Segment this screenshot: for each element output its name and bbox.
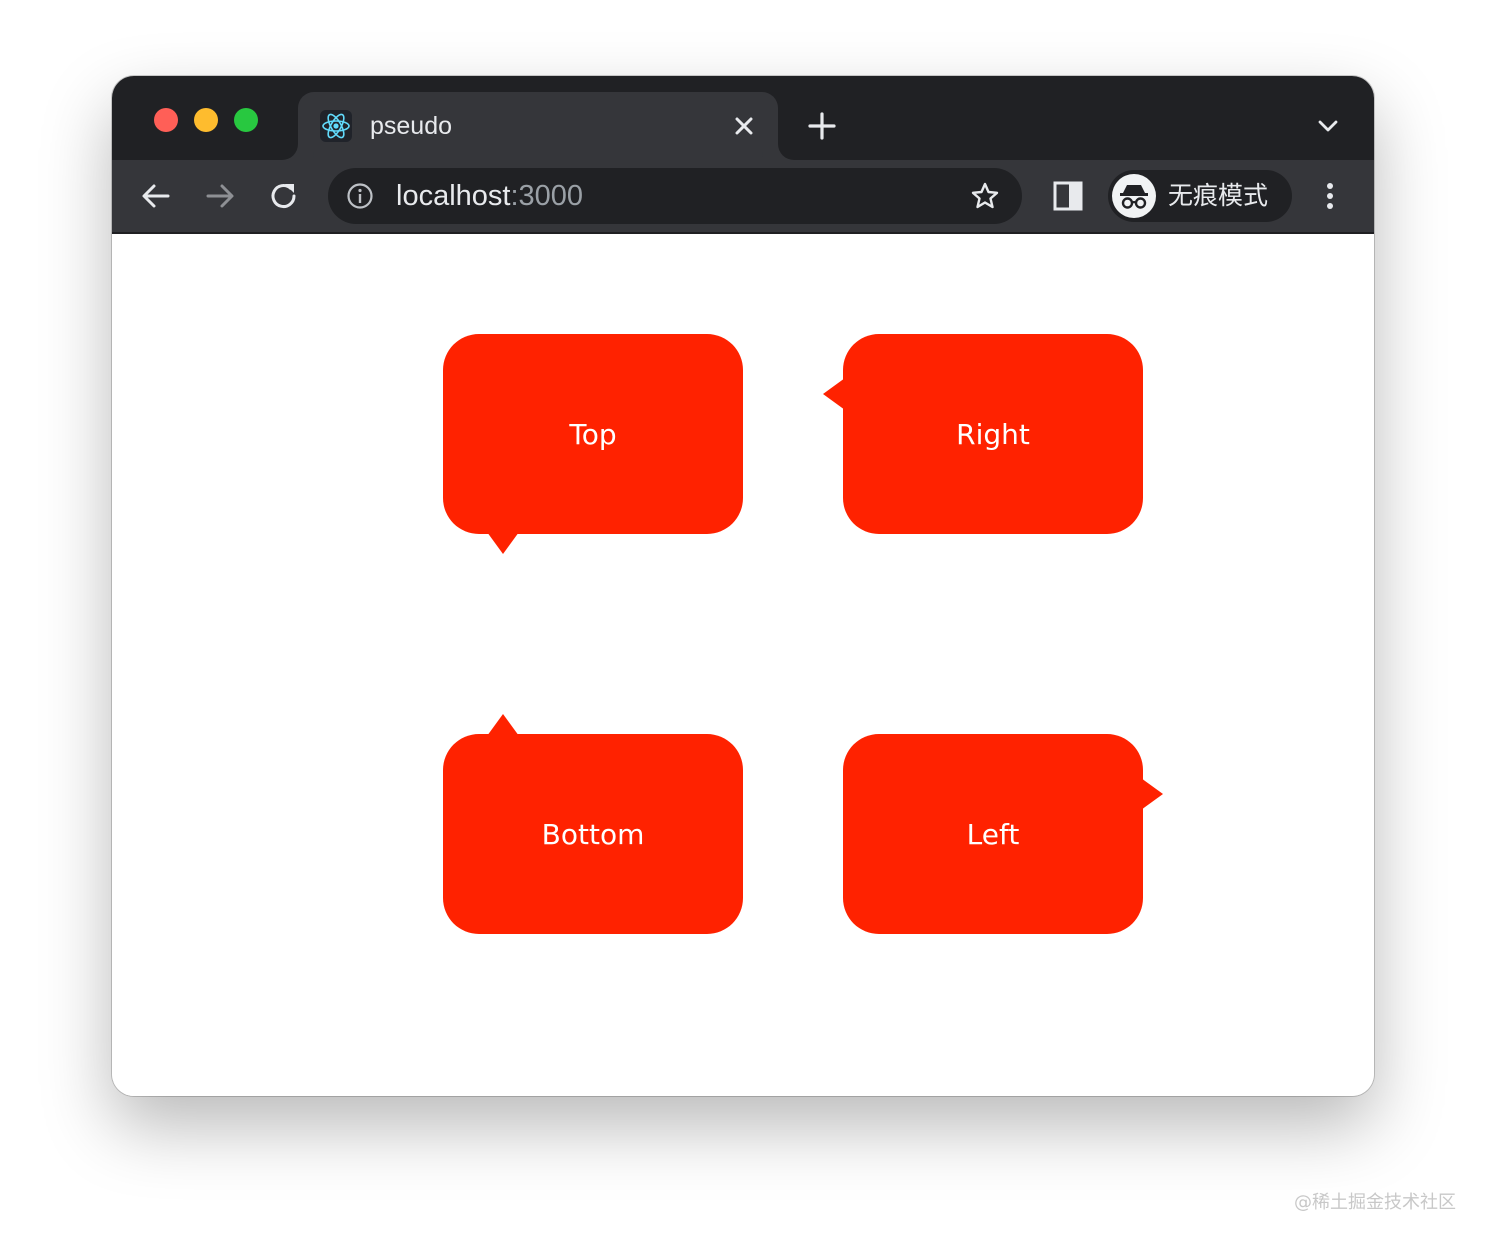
tooltip-tail [823,378,845,410]
close-tab-icon[interactable] [728,110,760,142]
more-menu-icon[interactable] [1316,180,1344,212]
reload-icon[interactable] [266,178,302,214]
watermark: @稀土掘金技术社区 [1294,1192,1456,1213]
tooltip-tail [487,532,519,554]
star-icon[interactable] [970,181,1000,211]
new-tab-icon[interactable] [806,110,838,142]
incognito-icon [1112,174,1156,218]
back-arrow-icon[interactable] [138,178,174,214]
tooltip-bubble-right: Right [823,334,1143,534]
minimize-window-button[interactable] [194,108,218,132]
tooltip-bubble-bottom: Bottom [443,714,743,934]
url-port: :3000 [510,180,584,212]
incognito-profile-button[interactable]: 无痕模式 [1108,170,1292,222]
screenshot-stage: pseudo localhost:3000 无痕模式 Top Right Bot… [0,0,1486,1244]
tab-title: pseudo [370,112,453,140]
tooltip-tail [487,714,519,736]
side-panel-icon[interactable] [1052,180,1084,212]
tab-strip: pseudo [112,76,1374,160]
bubble-label: Bottom [541,817,645,851]
bubble-label: Left [966,817,1020,851]
bubble-label: Top [569,417,617,451]
info-icon[interactable] [346,182,374,210]
incognito-label: 无痕模式 [1168,181,1269,210]
tooltip-tail [1141,778,1163,810]
page-content: Top Right Bottom Left [112,234,1374,1096]
url-text: localhost:3000 [396,180,583,212]
forward-arrow-icon[interactable] [202,178,238,214]
react-icon [320,110,352,142]
tab-pseudo[interactable]: pseudo [298,92,778,160]
chevron-down-icon[interactable] [1314,112,1342,140]
tooltip-bubble-top: Top [443,334,743,554]
tooltip-bubble-left: Left [843,734,1163,934]
zoom-window-button[interactable] [234,108,258,132]
address-bar[interactable]: localhost:3000 [328,168,1022,224]
bubble-label: Right [956,417,1030,451]
close-window-button[interactable] [154,108,178,132]
browser-window: pseudo localhost:3000 无痕模式 Top Right Bot… [112,76,1374,1096]
toolbar: localhost:3000 无痕模式 [112,160,1374,234]
url-host: localhost [396,180,511,212]
